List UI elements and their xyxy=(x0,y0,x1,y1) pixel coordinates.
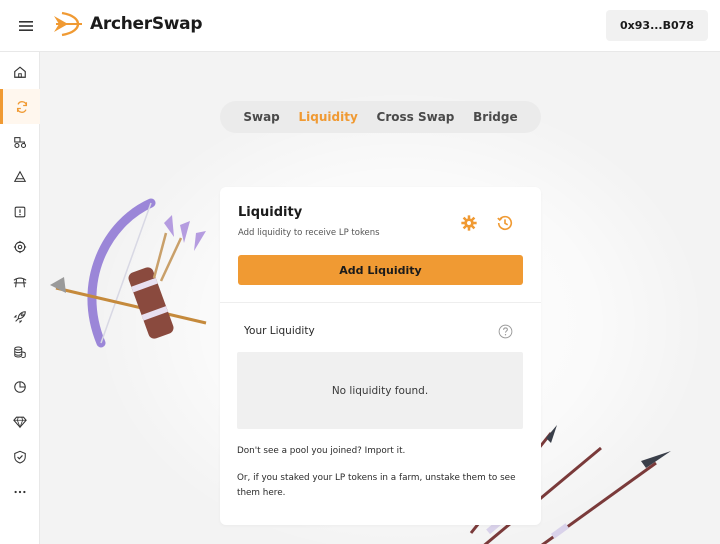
logo[interactable]: ArcherSwap xyxy=(52,10,203,38)
sidebar-item-target[interactable] xyxy=(0,229,40,264)
card-subtitle: Add liquidity to receive LP tokens xyxy=(238,228,380,238)
info-icon xyxy=(14,206,26,217)
shield-check-icon xyxy=(14,450,26,464)
liquidity-card: Liquidity Add liquidity to receive LP to… xyxy=(220,187,541,525)
target-icon xyxy=(13,240,27,253)
logo-text: ArcherSwap xyxy=(90,14,203,34)
card-title: Liquidity xyxy=(238,205,303,220)
empty-liquidity-box: No liquidity found. xyxy=(237,352,523,429)
tab-bridge[interactable]: Bridge xyxy=(473,110,518,124)
sidebar-item-farm[interactable] xyxy=(0,124,40,159)
sidebar-item-swap[interactable] xyxy=(0,89,40,124)
top-bar: ArcherSwap 0x93...B078 xyxy=(0,0,720,52)
history-icon[interactable] xyxy=(496,214,514,232)
sidebar-item-info[interactable] xyxy=(0,194,40,229)
tab-liquidity[interactable]: Liquidity xyxy=(299,110,358,124)
coins-icon xyxy=(14,346,26,358)
import-pool-link[interactable]: Don't see a pool you joined? Import it. xyxy=(237,446,405,456)
settings-gear-icon[interactable] xyxy=(460,214,478,232)
sidebar-item-bridge[interactable] xyxy=(0,264,40,299)
home-icon xyxy=(14,65,26,78)
sidebar-item-launchpad[interactable] xyxy=(0,299,40,334)
sidebar-item-pool[interactable] xyxy=(0,159,40,194)
more-icon xyxy=(14,490,26,493)
gem-icon xyxy=(13,416,27,428)
sidebar-item-more[interactable] xyxy=(0,474,40,509)
sidebar xyxy=(0,52,40,544)
wallet-address-button[interactable]: 0x93...B078 xyxy=(606,10,708,41)
pool-icon xyxy=(13,170,27,182)
rocket-icon xyxy=(13,310,26,323)
hamburger-menu-icon[interactable] xyxy=(14,16,38,36)
sidebar-item-staking[interactable] xyxy=(0,334,40,369)
sidebar-item-audit[interactable] xyxy=(0,439,40,474)
card-divider xyxy=(220,302,541,303)
farm-icon xyxy=(14,136,27,148)
tab-swap[interactable]: Swap xyxy=(243,110,279,124)
bow-quiver-illustration xyxy=(50,198,207,348)
add-liquidity-button[interactable]: Add Liquidity xyxy=(238,255,523,285)
unstake-note: Or, if you staked your LP tokens in a fa… xyxy=(237,473,516,498)
trade-tabs: Swap Liquidity Cross Swap Bridge xyxy=(220,101,541,133)
archer-logo-icon xyxy=(54,11,82,37)
bridge-icon xyxy=(13,277,27,287)
help-question-icon[interactable] xyxy=(498,324,513,339)
sidebar-item-home[interactable] xyxy=(0,54,40,89)
card-header: Liquidity Add liquidity to receive LP to… xyxy=(220,187,541,302)
your-liquidity-label: Your Liquidity xyxy=(244,325,315,337)
empty-liquidity-text: No liquidity found. xyxy=(331,384,429,397)
tab-cross-swap[interactable]: Cross Swap xyxy=(377,110,455,124)
swap-icon xyxy=(16,100,27,113)
chart-pie-icon xyxy=(14,380,26,393)
sidebar-item-analytics[interactable] xyxy=(0,369,40,404)
sidebar-item-nft[interactable] xyxy=(0,404,40,439)
